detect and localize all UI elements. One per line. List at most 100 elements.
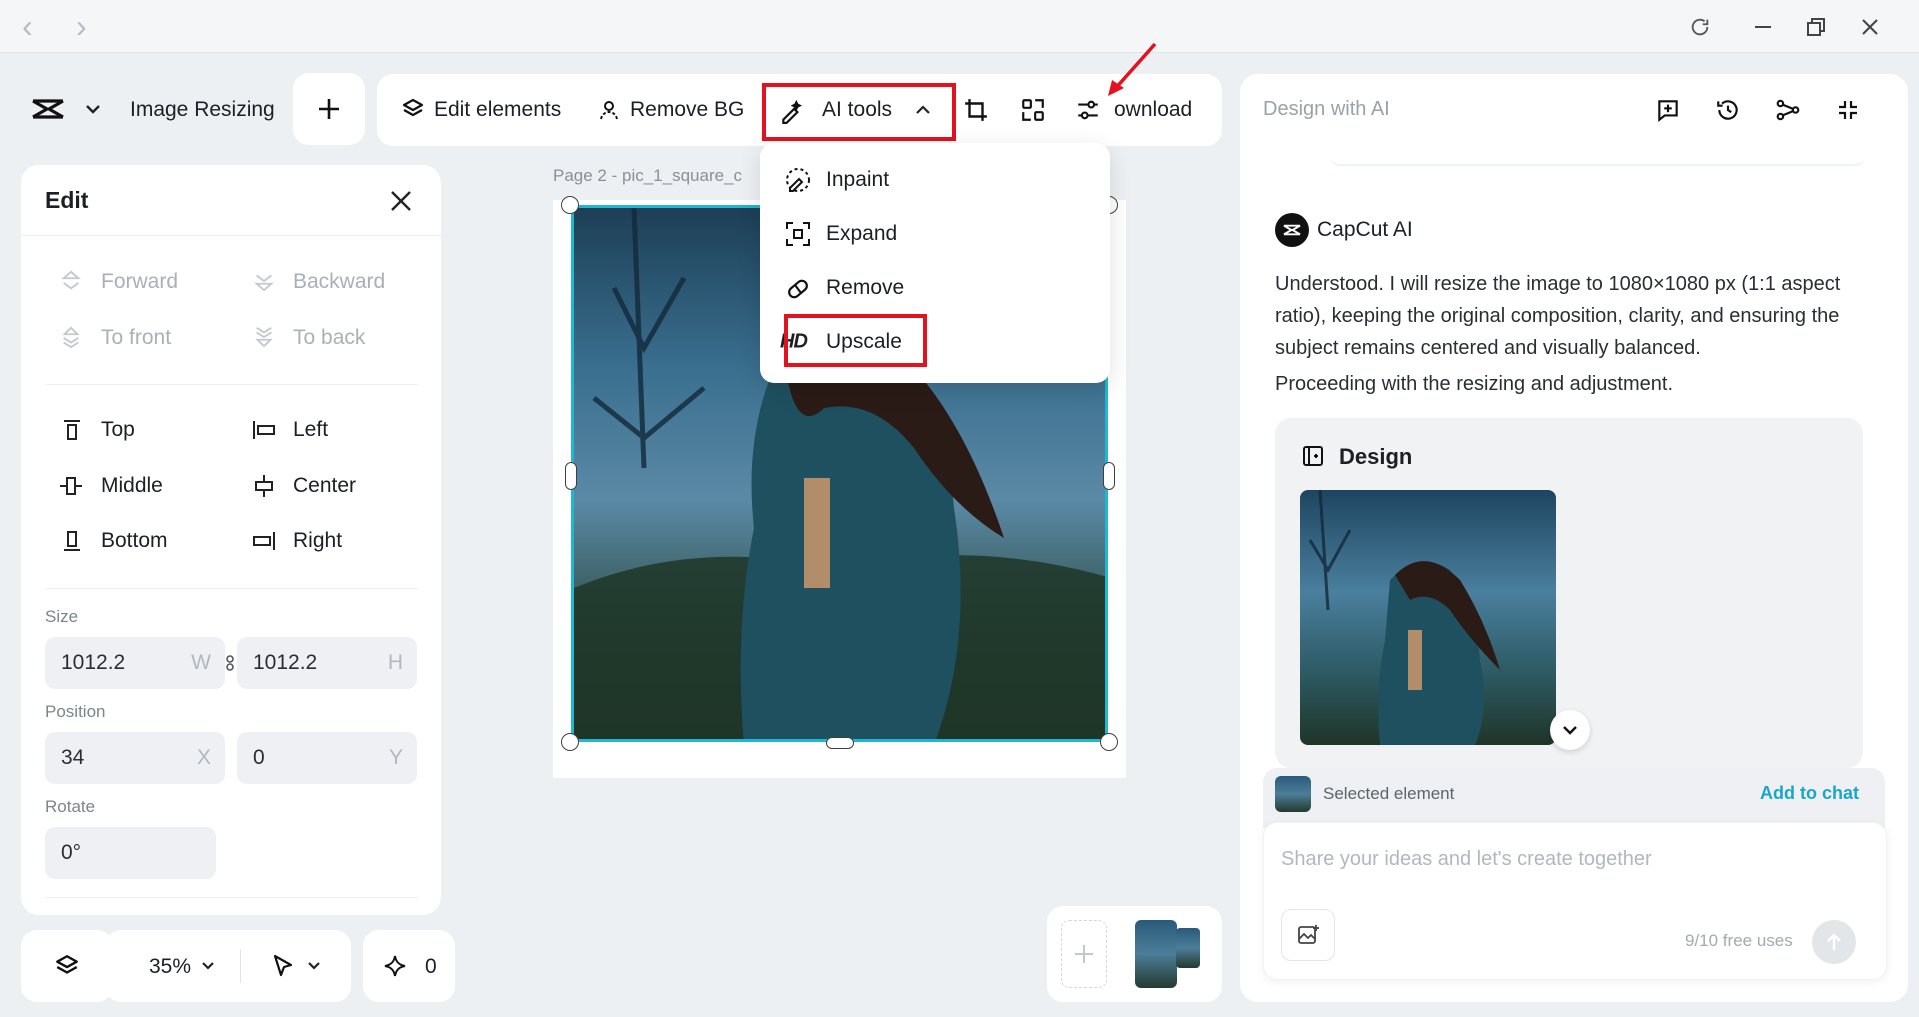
qr-scan-icon[interactable] bbox=[1019, 96, 1047, 124]
y-field[interactable]: 0 Y bbox=[237, 732, 417, 784]
page-thumbnail[interactable] bbox=[1176, 928, 1200, 968]
reload-icon[interactable] bbox=[1687, 14, 1713, 40]
crop-icon[interactable] bbox=[962, 96, 990, 124]
divider bbox=[21, 235, 441, 236]
position-label: Position bbox=[45, 702, 106, 721]
ai-credits-button[interactable]: 0 bbox=[363, 930, 455, 1002]
height-value: 1012.2 bbox=[253, 651, 318, 674]
resize-handle[interactable] bbox=[561, 196, 579, 214]
upload-image-button[interactable] bbox=[1281, 909, 1335, 961]
zoom-level[interactable]: 35% bbox=[149, 955, 191, 979]
menu-item-remove[interactable]: Remove bbox=[760, 261, 1110, 315]
add-to-chat-button[interactable]: Add to chat bbox=[1760, 783, 1859, 804]
width-field[interactable]: 1012.2 W bbox=[45, 637, 225, 689]
ai-message: Understood. I will resize the image to 1… bbox=[1275, 273, 1841, 359]
layers-icon bbox=[400, 96, 426, 122]
backward-button[interactable]: Backward bbox=[293, 270, 385, 294]
upscale-highlight bbox=[784, 314, 927, 367]
height-unit: H bbox=[387, 651, 403, 674]
share-icon[interactable] bbox=[1774, 96, 1802, 124]
align-left-icon bbox=[251, 418, 277, 442]
forward-icon[interactable]: › bbox=[76, 8, 87, 45]
align-right-icon bbox=[251, 529, 277, 553]
divider bbox=[240, 949, 241, 983]
add-page-button[interactable] bbox=[293, 73, 365, 145]
design-card-title: Design bbox=[1339, 444, 1413, 469]
chevron-down-icon[interactable] bbox=[305, 957, 323, 975]
close-icon[interactable] bbox=[387, 187, 415, 215]
collapse-icon[interactable] bbox=[1834, 96, 1862, 124]
design-icon bbox=[1300, 443, 1326, 469]
forward-icon bbox=[58, 268, 84, 294]
width-unit: W bbox=[191, 651, 211, 674]
resize-handle[interactable] bbox=[565, 462, 577, 490]
capcut-logo-icon[interactable] bbox=[30, 94, 66, 124]
align-top-icon bbox=[60, 418, 84, 442]
project-title[interactable]: Image Resizing bbox=[130, 98, 275, 122]
x-unit: X bbox=[196, 746, 211, 769]
align-center-button[interactable]: Center bbox=[293, 474, 356, 498]
selected-element-label: Selected element bbox=[1323, 784, 1455, 803]
align-left-button[interactable]: Left bbox=[293, 418, 328, 442]
design-preview-image[interactable] bbox=[1300, 490, 1556, 745]
to-front-button[interactable]: To front bbox=[101, 326, 171, 350]
page-label: Page 2 - pic_1_square_c bbox=[553, 166, 743, 185]
menu-item-label: Remove bbox=[826, 276, 905, 299]
forward-button[interactable]: Forward bbox=[101, 270, 178, 294]
aspect-lock-icon[interactable] bbox=[224, 650, 236, 676]
resize-handle[interactable] bbox=[561, 733, 579, 751]
layers-button[interactable] bbox=[21, 930, 113, 1002]
close-window-icon[interactable] bbox=[1857, 14, 1883, 40]
align-middle-button[interactable]: Middle bbox=[101, 474, 163, 498]
send-button[interactable] bbox=[1812, 920, 1856, 964]
person-remove-bg-icon bbox=[596, 97, 622, 123]
menu-item-label: Expand bbox=[826, 222, 898, 245]
adjust-sliders-icon[interactable] bbox=[1074, 96, 1102, 124]
menu-item-label: Inpaint bbox=[826, 168, 890, 191]
add-page-thumbnail-button[interactable] bbox=[1061, 920, 1107, 988]
align-bottom-button[interactable]: Bottom bbox=[101, 529, 168, 553]
new-chat-icon[interactable] bbox=[1654, 96, 1682, 124]
align-center-icon bbox=[251, 474, 277, 498]
restore-icon[interactable] bbox=[1803, 14, 1829, 40]
width-value: 1012.2 bbox=[61, 651, 126, 674]
browser-topbar bbox=[0, 0, 1919, 53]
assistant-name: CapCut AI bbox=[1317, 218, 1413, 241]
align-right-button[interactable]: Right bbox=[293, 529, 342, 553]
ai-message: Proceeding with the resizing and adjustm… bbox=[1275, 373, 1674, 395]
align-middle-icon bbox=[58, 474, 84, 498]
chevron-down-icon[interactable] bbox=[82, 98, 104, 120]
resize-handle[interactable] bbox=[1100, 733, 1118, 751]
chat-input[interactable]: Share your ideas and let's create togeth… bbox=[1281, 848, 1861, 871]
backward-icon bbox=[251, 268, 277, 294]
annotation-arrow bbox=[1108, 42, 1157, 96]
page-thumbnail[interactable] bbox=[1135, 920, 1177, 988]
height-field[interactable]: 1012.2 H bbox=[237, 637, 417, 689]
divider bbox=[45, 588, 418, 589]
edit-elements-button[interactable]: Edit elements bbox=[434, 98, 561, 122]
history-icon[interactable] bbox=[1714, 96, 1742, 124]
resize-handle[interactable] bbox=[1103, 462, 1115, 490]
menu-item-expand[interactable]: Expand bbox=[760, 207, 1110, 261]
divider bbox=[45, 384, 418, 385]
download-button[interactable]: ownload bbox=[1114, 98, 1192, 122]
selected-element-thumbnail bbox=[1275, 776, 1311, 812]
x-value: 34 bbox=[61, 746, 85, 769]
back-icon[interactable]: ‹ bbox=[22, 8, 33, 45]
align-bottom-icon bbox=[60, 529, 84, 553]
x-field[interactable]: 34 X bbox=[45, 732, 225, 784]
rotate-field[interactable]: 0° bbox=[45, 827, 216, 879]
to-back-button[interactable]: To back bbox=[293, 326, 365, 350]
pointer-icon[interactable] bbox=[270, 952, 296, 980]
to-front-icon bbox=[58, 324, 84, 350]
resize-handle[interactable] bbox=[826, 737, 854, 749]
align-top-button[interactable]: Top bbox=[101, 418, 135, 442]
y-value: 0 bbox=[253, 746, 265, 769]
minimize-icon[interactable] bbox=[1750, 14, 1776, 40]
chevron-down-icon[interactable] bbox=[199, 957, 217, 975]
remove-bg-button[interactable]: Remove BG bbox=[630, 98, 744, 122]
previous-message-edge bbox=[1330, 150, 1865, 166]
menu-item-inpaint[interactable]: Inpaint bbox=[760, 153, 1110, 207]
ai-credits-count: 0 bbox=[425, 955, 437, 978]
expand-preview-button[interactable] bbox=[1550, 710, 1590, 750]
